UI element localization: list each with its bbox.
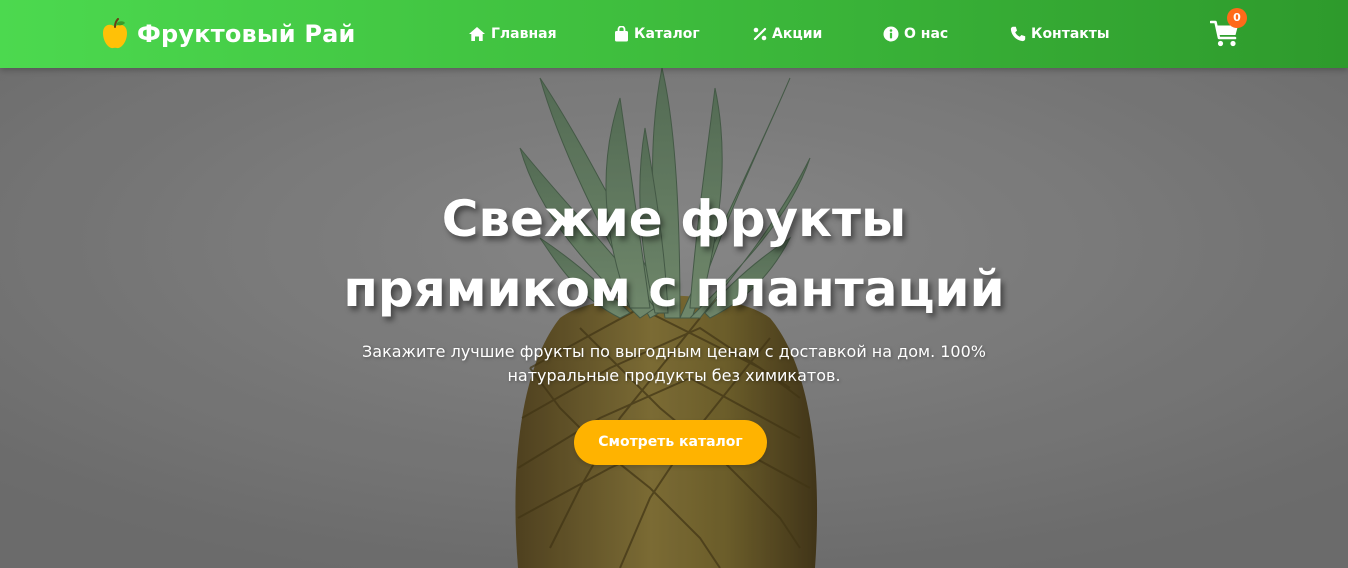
nav-item-contacts[interactable]: Контакты <box>1010 24 1110 44</box>
phone-icon <box>1010 26 1026 42</box>
nav-item-label: Главная <box>491 26 557 42</box>
nav-item-about[interactable]: О нас <box>883 24 948 44</box>
view-catalog-button[interactable]: Смотреть каталог <box>574 420 767 465</box>
nav-item-label: Контакты <box>1031 26 1110 42</box>
percent-icon <box>753 27 767 41</box>
nav-item-sales[interactable]: Акции <box>753 24 822 44</box>
nav-item-catalog[interactable]: Каталог <box>614 24 700 44</box>
hero-subtitle-line-1: Закажите лучшие фрукты по выгодным ценам… <box>362 342 986 361</box>
hero-subtitle: Закажите лучшие фрукты по выгодным ценам… <box>324 340 1024 388</box>
hero-title-line-1: Свежие фрукты <box>441 190 907 248</box>
nav-item-label: Каталог <box>634 26 700 42</box>
hero-title-line-2: прямиком с плантаций <box>343 260 1005 318</box>
site-header: Фруктовый Рай Главная Каталог Акции О на… <box>0 0 1348 68</box>
cart-count-badge: 0 <box>1227 8 1247 28</box>
nav-item-home[interactable]: Главная <box>468 24 557 44</box>
hero-subtitle-line-2: натуральные продукты без химикатов. <box>507 366 841 385</box>
info-circle-icon <box>883 26 899 42</box>
landing-page: Фруктовый Рай Главная Каталог Акции О на… <box>0 0 1348 568</box>
home-icon <box>469 27 485 41</box>
nav-item-label: Акции <box>772 26 823 42</box>
main-navigation: Главная Каталог Акции О нас Контакты <box>0 0 1348 68</box>
shopping-bag-icon <box>615 26 628 42</box>
nav-item-label: О нас <box>904 26 949 42</box>
hero-section: Свежие фрукты прямиком с плантаций Закаж… <box>0 68 1348 568</box>
hero-title: Свежие фрукты прямиком с плантаций <box>174 184 1174 324</box>
